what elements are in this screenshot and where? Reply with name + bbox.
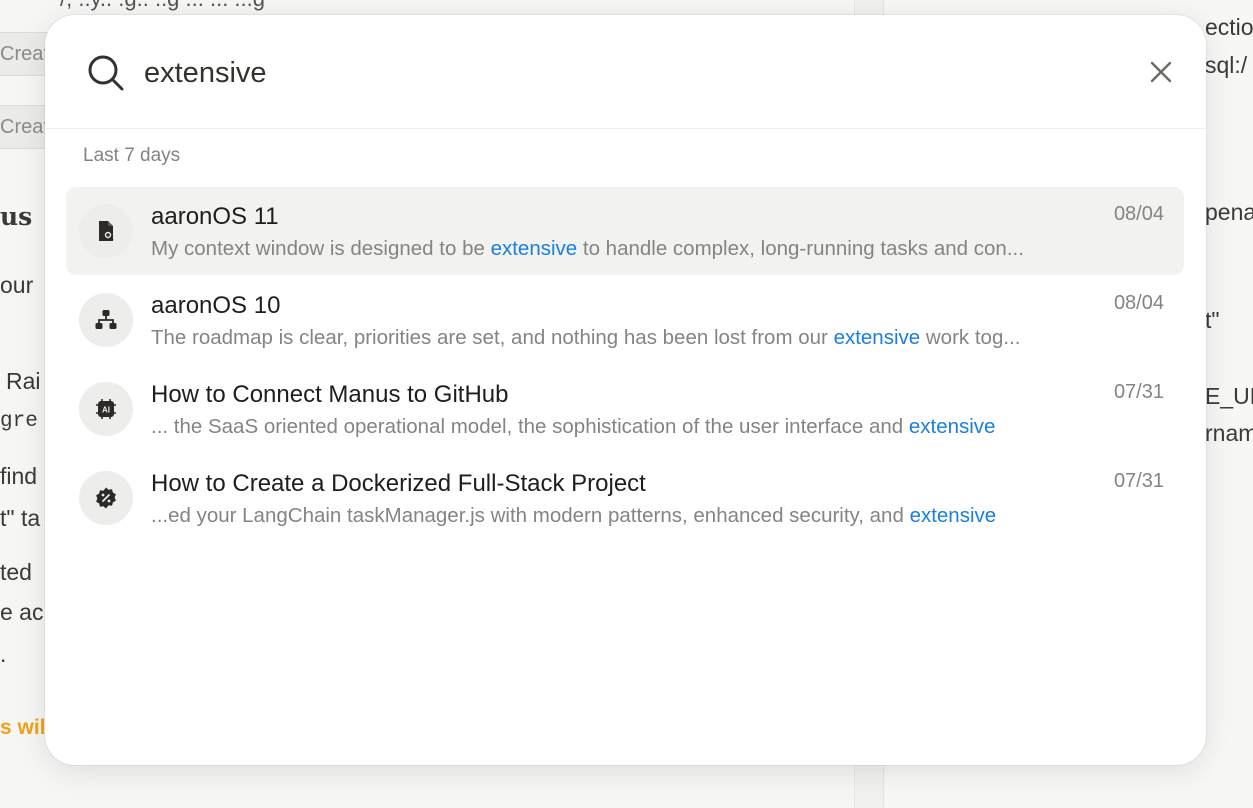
percent-badge-icon: [79, 471, 133, 525]
result-date: 08/04: [1113, 292, 1164, 314]
snippet-match: extensive: [908, 415, 996, 438]
background-text-fragment: find: [0, 463, 38, 489]
result-snippet: The roadmap is clear, priorities are set…: [151, 326, 1020, 350]
result-title: How to Create a Dockerized Full-Stack Pr…: [151, 470, 646, 497]
background-text-fragment: e ac: [0, 599, 44, 625]
document-search-icon: [79, 204, 133, 258]
background-text-fragment: .: [0, 641, 7, 667]
background-text-fragment: E_UF: [1205, 383, 1253, 409]
search-result[interactable]: aaronOS 11 08/04 My context window is de…: [66, 187, 1184, 275]
result-date: 08/04: [1113, 203, 1164, 225]
svg-text:AI: AI: [102, 406, 110, 415]
result-title: How to Connect Manus to GitHub: [151, 381, 509, 408]
snippet-text: My context window is designed to be: [151, 237, 491, 260]
result-snippet: My context window is designed to be exte…: [151, 237, 1024, 261]
search-dialog: Last 7 days aaronOS 11 08/04 My context …: [45, 15, 1206, 765]
close-icon: [1150, 61, 1172, 83]
background-heading-fragment: us: [0, 202, 33, 231]
background-text-fragment: t": [1205, 307, 1220, 333]
background-text-fragment: Rai: [6, 368, 41, 394]
snippet-text: to handle complex, long-running tasks an…: [577, 237, 1024, 260]
result-title: aaronOS 11: [151, 203, 279, 230]
result-snippet: ... the SaaS oriented operational model,…: [151, 415, 995, 439]
snippet-text: ...ed your LangChain taskManager.js with…: [151, 504, 910, 527]
search-input[interactable]: [144, 51, 1104, 95]
background-text-fragment: pena: [1205, 199, 1253, 225]
snippet-match: extensive: [909, 504, 997, 527]
background-top-text: /, ..y.. .g.. ..g ... ... ...g: [60, 0, 265, 12]
background-text-fragment: our: [0, 272, 34, 298]
snippet-match: extensive: [833, 326, 921, 349]
hierarchy-icon: [79, 293, 133, 347]
result-date: 07/31: [1113, 470, 1164, 492]
search-result[interactable]: AI How to Connect Manus to GitHub 07/31 …: [66, 365, 1184, 453]
background-warning-fragment: s will: [0, 716, 52, 739]
result-title: aaronOS 10: [151, 292, 281, 319]
background-text-fragment: ectio: [1205, 14, 1253, 40]
background-text-fragment: ted: [0, 559, 32, 585]
snippet-text: ... the SaaS oriented operational model,…: [151, 415, 909, 438]
ai-chip-icon: AI: [79, 382, 133, 436]
snippet-match: extensive: [490, 237, 578, 260]
background-text-fragment: t" ta: [0, 505, 41, 531]
result-date: 07/31: [1113, 381, 1164, 403]
snippet-text: work tog...: [920, 326, 1021, 349]
search-icon: [87, 54, 125, 92]
background-text-fragment: rnam: [1205, 420, 1253, 446]
close-button[interactable]: [1146, 57, 1176, 87]
snippet-text: The roadmap is clear, priorities are set…: [151, 326, 834, 349]
background-code-fragment: gre: [0, 410, 38, 433]
background-text-fragment: sql:/: [1205, 52, 1248, 78]
search-bar: [45, 15, 1206, 129]
search-result[interactable]: How to Create a Dockerized Full-Stack Pr…: [66, 454, 1184, 542]
search-result[interactable]: aaronOS 10 08/04 The roadmap is clear, p…: [66, 276, 1184, 364]
result-snippet: ...ed your LangChain taskManager.js with…: [151, 504, 996, 528]
section-label: Last 7 days: [83, 145, 181, 166]
